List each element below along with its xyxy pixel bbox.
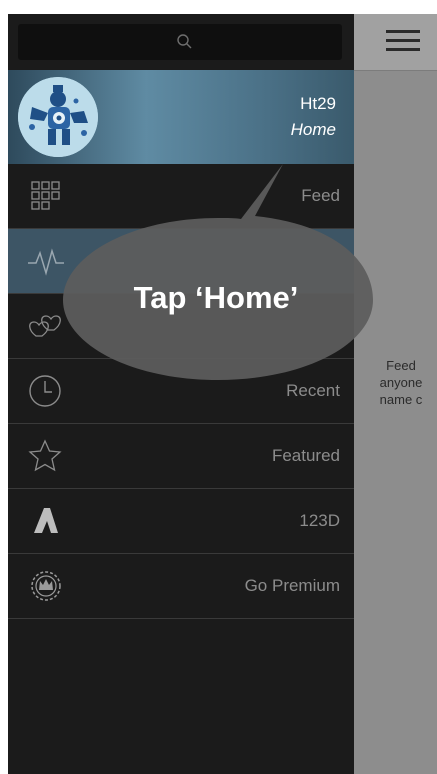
hearts-icon [29, 315, 61, 337]
search-bar[interactable] [18, 24, 342, 60]
content-text: Feed anyone name c [366, 357, 436, 408]
grid-icon [31, 181, 60, 210]
callout-text: Tap ‘Home’ [133, 280, 299, 315]
menu-item-123d[interactable]: 123D [8, 489, 354, 554]
search-icon [177, 34, 192, 49]
robot-icon [18, 77, 98, 157]
menu-label-featured: Featured [271, 446, 340, 465]
profile-subtitle: Home [290, 120, 336, 139]
content-line-1: Feed [386, 358, 416, 373]
content-line-2: anyone [379, 375, 423, 390]
menu-item-featured[interactable]: Featured [8, 424, 354, 489]
crown-badge-icon [31, 571, 61, 601]
hamburger-icon[interactable] [386, 30, 420, 54]
menu-label-go-premium: Go Premium [244, 576, 340, 595]
profile-name: Ht29 [300, 94, 336, 113]
activity-icon [28, 248, 64, 276]
top-bar [354, 14, 437, 71]
phone-screen: Ht29 Home Feed Recent Featured 123D Go P… [8, 14, 437, 774]
menu-item-go-premium[interactable]: Go Premium [8, 554, 354, 619]
menu-label-123d: 123D [299, 511, 340, 530]
star-icon [28, 439, 62, 472]
content-line-3: name c [379, 392, 423, 407]
robot-avatar[interactable] [18, 77, 98, 157]
profile-header[interactable]: Ht29 Home [8, 70, 354, 164]
clock-icon [29, 375, 61, 407]
autodesk-a-icon [34, 508, 58, 533]
